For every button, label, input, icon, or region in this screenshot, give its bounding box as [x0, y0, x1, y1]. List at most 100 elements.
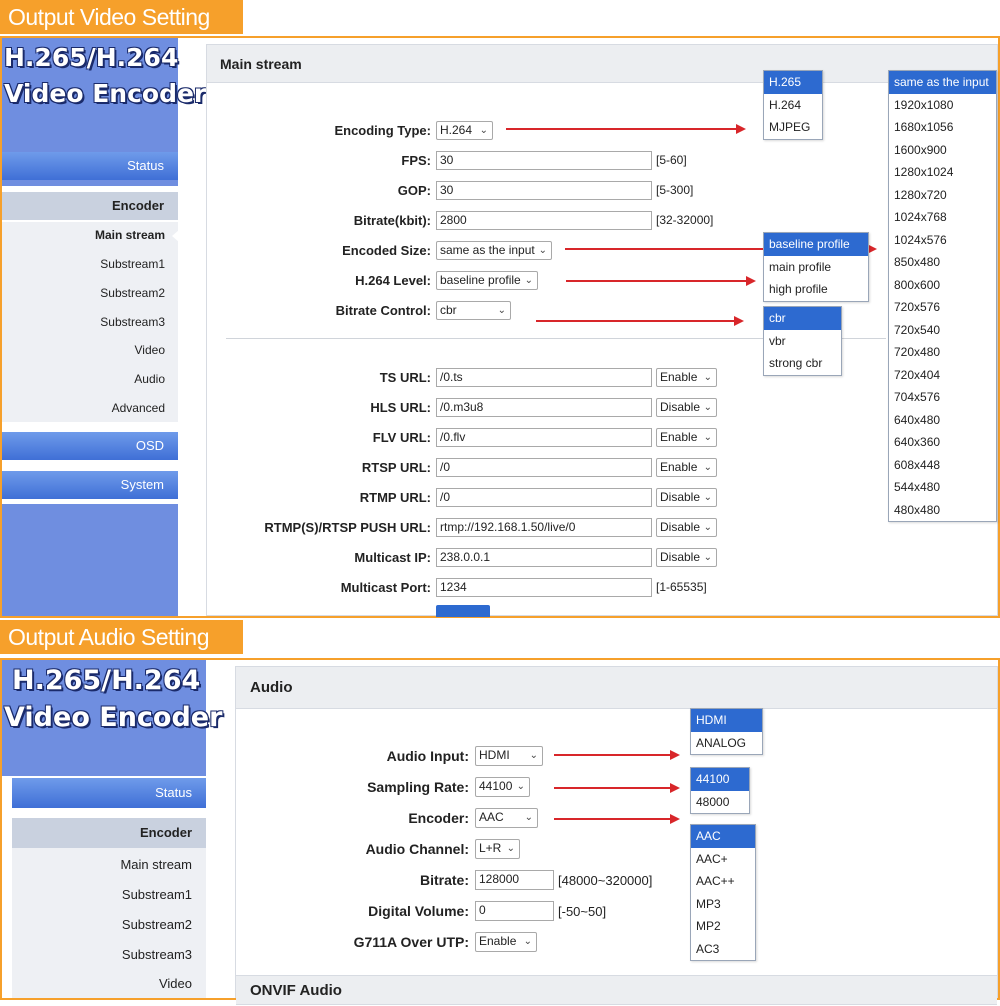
- encoding-type-select[interactable]: H.264 ⌄: [436, 121, 493, 140]
- encoded-size-label: Encoded Size:: [342, 243, 431, 258]
- dropdown-option[interactable]: MJPEG: [764, 116, 822, 139]
- rtsp-url-toggle[interactable]: Enable ⌄: [656, 458, 717, 477]
- nav-system[interactable]: System: [2, 471, 178, 499]
- nav-item-substream1[interactable]: Substream1: [12, 887, 192, 902]
- nav-item-advanced[interactable]: Advanced: [2, 401, 165, 415]
- nav-status[interactable]: Status: [12, 778, 206, 808]
- nav-item-video[interactable]: Video: [12, 976, 192, 991]
- dropdown-option[interactable]: H.264: [764, 94, 822, 117]
- dropdown-option[interactable]: high profile: [764, 278, 868, 301]
- rtsp-url-input[interactable]: /0: [436, 458, 652, 477]
- dropdown-option[interactable]: 720x576: [889, 296, 996, 319]
- encoder-select[interactable]: AAC ⌄: [475, 808, 538, 828]
- audio-bitrate-range: [48000~320000]: [558, 873, 653, 888]
- push-url-toggle[interactable]: Disable ⌄: [656, 518, 717, 537]
- dropdown-option[interactable]: vbr: [764, 330, 841, 353]
- nav-item-audio[interactable]: Audio: [2, 372, 165, 386]
- dropdown-option[interactable]: 1680x1056: [889, 116, 996, 139]
- ts-url-toggle[interactable]: Enable ⌄: [656, 368, 717, 387]
- dropdown-option[interactable]: 1280x720: [889, 184, 996, 207]
- g711a-select[interactable]: Enable ⌄: [475, 932, 537, 952]
- audio-channel-select[interactable]: L+R ⌄: [475, 839, 520, 859]
- nav-item-substream2[interactable]: Substream2: [2, 286, 165, 300]
- flv-url-toggle[interactable]: Enable ⌄: [656, 428, 717, 447]
- dropdown-option[interactable]: 1600x900: [889, 139, 996, 162]
- dropdown-option[interactable]: 720x480: [889, 341, 996, 364]
- bitrate-control-label: Bitrate Control:: [335, 303, 431, 318]
- chevron-down-icon: ⌄: [703, 402, 712, 413]
- encoded-size-select[interactable]: same as the input ⌄: [436, 241, 552, 260]
- dropdown-option[interactable]: AAC+: [691, 848, 755, 871]
- nav-encoder[interactable]: Encoder: [2, 192, 178, 220]
- dropdown-option[interactable]: AAC: [691, 825, 755, 848]
- rtmp-url-input[interactable]: /0: [436, 488, 652, 507]
- nav-status[interactable]: Status: [2, 152, 178, 180]
- nav-item-substream1[interactable]: Substream1: [2, 257, 165, 271]
- dropdown-option[interactable]: 640x360: [889, 431, 996, 454]
- rtmp-url-toggle[interactable]: Disable ⌄: [656, 488, 717, 507]
- audio-bitrate-input[interactable]: 128000: [475, 870, 554, 890]
- nav-item-substream3[interactable]: Substream3: [2, 315, 165, 329]
- dropdown-option[interactable]: MP2: [691, 915, 755, 938]
- dropdown-option[interactable]: strong cbr: [764, 352, 841, 375]
- multicast-ip-input[interactable]: 238.0.0.1: [436, 548, 652, 567]
- push-url-input[interactable]: rtmp://192.168.1.50/live/0: [436, 518, 652, 537]
- dropdown-option[interactable]: 480x480: [889, 499, 996, 522]
- dropdown-option[interactable]: ANALOG: [691, 732, 762, 755]
- h264-level-select[interactable]: baseline profile ⌄: [436, 271, 538, 290]
- dropdown-option[interactable]: H.265: [764, 71, 822, 94]
- dropdown-option[interactable]: AC3: [691, 938, 755, 961]
- nav-item-substream3[interactable]: Substream3: [12, 947, 192, 962]
- dropdown-option[interactable]: 640x480: [889, 409, 996, 432]
- dropdown-option[interactable]: 608x448: [889, 454, 996, 477]
- dropdown-option[interactable]: 800x600: [889, 274, 996, 297]
- nav-item-main-stream[interactable]: Main stream: [12, 857, 192, 872]
- dropdown-option[interactable]: same as the input: [889, 71, 996, 94]
- dropdown-option[interactable]: 704x576: [889, 386, 996, 409]
- hls-url-toggle[interactable]: Disable ⌄: [656, 398, 717, 417]
- nav-encoder[interactable]: Encoder: [12, 818, 206, 848]
- bitrate-input[interactable]: 2800: [436, 211, 652, 230]
- dropdown-option[interactable]: AAC++: [691, 870, 755, 893]
- ts-url-input[interactable]: /0.ts: [436, 368, 652, 387]
- multicast-ip-label: Multicast IP:: [354, 550, 431, 565]
- digital-volume-input[interactable]: 0: [475, 901, 554, 921]
- dropdown-option[interactable]: 720x404: [889, 364, 996, 387]
- flv-url-input[interactable]: /0.flv: [436, 428, 652, 447]
- dropdown-option[interactable]: 1280x1024: [889, 161, 996, 184]
- dropdown-option[interactable]: 44100: [691, 768, 749, 791]
- audio-input-select[interactable]: HDMI ⌄: [475, 746, 543, 766]
- hls-url-input[interactable]: /0.m3u8: [436, 398, 652, 417]
- dropdown-option[interactable]: 1024x576: [889, 229, 996, 252]
- audio-channel-label: Audio Channel:: [365, 841, 469, 857]
- encoded-size-dropdown: same as the input 1920x1080 1680x1056 16…: [888, 70, 997, 522]
- h264-level-label: H.264 Level:: [355, 273, 431, 288]
- nav-item-substream2[interactable]: Substream2: [12, 917, 192, 932]
- nav-item-main-stream[interactable]: Main stream: [2, 228, 165, 242]
- nav-osd[interactable]: OSD: [2, 432, 178, 460]
- nav-item-video[interactable]: Video: [2, 343, 165, 357]
- dropdown-option[interactable]: 720x540: [889, 319, 996, 342]
- dropdown-option[interactable]: 48000: [691, 791, 749, 814]
- apply-button[interactable]: [436, 605, 490, 617]
- dropdown-option[interactable]: MP3: [691, 893, 755, 916]
- sampling-rate-select[interactable]: 44100 ⌄: [475, 777, 530, 797]
- dropdown-option[interactable]: 1920x1080: [889, 94, 996, 117]
- dropdown-option[interactable]: baseline profile: [764, 233, 868, 256]
- chevron-down-icon: ⌄: [524, 275, 533, 286]
- digital-volume-label: Digital Volume:: [368, 903, 469, 919]
- multicast-port-input[interactable]: 1234: [436, 578, 652, 597]
- dropdown-option[interactable]: main profile: [764, 256, 868, 279]
- fps-input[interactable]: 30: [436, 151, 652, 170]
- dropdown-option[interactable]: 544x480: [889, 476, 996, 499]
- dropdown-option[interactable]: cbr: [764, 307, 841, 330]
- multicast-ip-toggle[interactable]: Disable ⌄: [656, 548, 717, 567]
- dropdown-option[interactable]: 1024x768: [889, 206, 996, 229]
- gop-input[interactable]: 30: [436, 181, 652, 200]
- bitrate-control-select[interactable]: cbr ⌄: [436, 301, 511, 320]
- dropdown-option[interactable]: 850x480: [889, 251, 996, 274]
- hls-url-label: HLS URL:: [370, 400, 431, 415]
- sampling-rate-dropdown: 44100 48000: [690, 767, 750, 814]
- video-section-banner: Output Video Setting: [0, 0, 243, 34]
- dropdown-option[interactable]: HDMI: [691, 709, 762, 732]
